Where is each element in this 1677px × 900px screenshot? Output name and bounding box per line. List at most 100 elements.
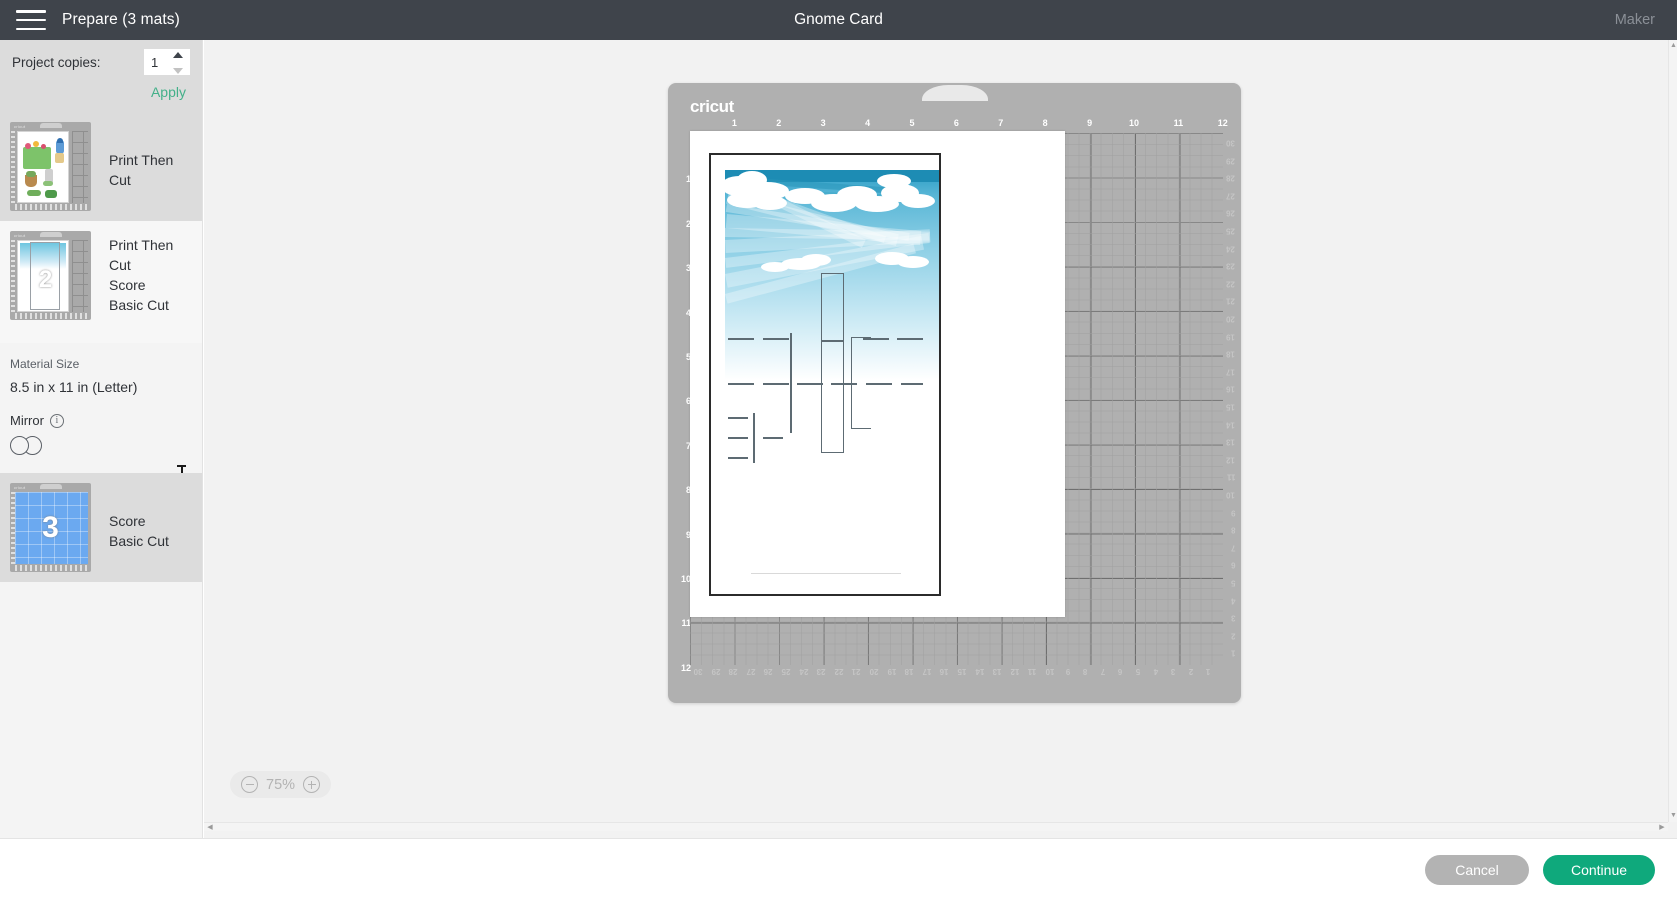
apply-row: Apply [0, 84, 202, 112]
ruler-bottom-tick: 25 [781, 667, 791, 676]
mat3-line2: Basic Cut [109, 533, 169, 549]
ruler-right-tick: 14 [1226, 420, 1235, 430]
ruler-right-tick: 23 [1226, 261, 1235, 271]
ruler-top-tick: 12 [1217, 118, 1228, 128]
ruler-right-tick: 24 [1226, 244, 1235, 254]
ruler-right-tick: 2 [1230, 631, 1235, 641]
scroll-left-icon[interactable]: ◀ [206, 823, 214, 832]
mat-tab-shape [39, 232, 62, 237]
apply-button[interactable]: Apply [151, 84, 186, 100]
ruler-bottom-tick: 9 [1065, 667, 1070, 676]
cutting-mat[interactable]: cricut 1 2 3 4 5 6 7 8 9 10 11 12 1 2 3 4 5 6 7 8 9 10 11 12 3… [668, 83, 1241, 703]
machine-label[interactable]: Maker [1615, 12, 1655, 28]
mirror-toggle[interactable] [10, 436, 44, 455]
ruler-top-tick: 3 [820, 118, 826, 128]
card-design[interactable] [709, 153, 941, 596]
top-bar: Prepare (3 mats) Gnome Card Maker [0, 0, 1677, 40]
info-icon[interactable]: i [49, 413, 64, 428]
ruler-right-tick: 16 [1226, 384, 1235, 394]
hamburger-menu-icon[interactable] [16, 10, 46, 30]
ruler-right-tick: 28 [1226, 173, 1235, 183]
ruler-bottom-tick: 17 [922, 667, 932, 676]
zoom-control[interactable]: 75% [230, 771, 332, 798]
mat1-line2: Cut [109, 172, 131, 188]
ruler-bottom-tick: 23 [816, 667, 826, 676]
thumb-bottom-ticks [15, 313, 88, 319]
material-sheet[interactable] [690, 131, 1065, 617]
mat-list-item-3[interactable]: cricut 3 Score Basic Cut [0, 473, 202, 582]
ruler-right-tick: 29 [1226, 156, 1235, 166]
project-copies-label: Project copies: [12, 54, 101, 70]
ruler-right-tick: 27 [1226, 191, 1235, 201]
ruler-bottom-tick: 10 [1045, 667, 1055, 676]
scroll-right-icon[interactable]: ▶ [1658, 823, 1666, 832]
footer-bar: Cancel Continue [0, 838, 1677, 900]
score-line [901, 383, 923, 385]
vertical-scrollbar[interactable]: ▲ ▼ [1668, 40, 1677, 822]
project-copies-stepper[interactable] [144, 49, 190, 75]
score-line [728, 457, 748, 459]
ruler-bottom-tick: 3 [1170, 667, 1176, 676]
thumb-bottom-ticks [15, 204, 88, 210]
ruler-bottom-tick: 19 [887, 667, 897, 676]
score-line [728, 417, 748, 419]
ruler-bottom-tick: 6 [1118, 667, 1123, 676]
ruler-bottom-tick: 27 [746, 667, 756, 676]
mat2-line2: Cut [109, 257, 131, 273]
mat-tab-shape [39, 123, 62, 128]
ruler-top-tick: 7 [998, 118, 1004, 128]
ruler-right-tick: 25 [1226, 226, 1235, 236]
mat-tab-shape [39, 484, 62, 489]
ruler-bottom-tick: 24 [799, 667, 809, 676]
score-line [728, 338, 754, 340]
ruler-right-tick: 15 [1226, 402, 1235, 412]
ruler-right-tick: 7 [1230, 543, 1235, 553]
scroll-down-icon[interactable]: ▼ [1670, 812, 1677, 820]
mat2-line1: Print Then [109, 237, 174, 253]
ruler-bottom-tick: 21 [851, 667, 861, 676]
scroll-up-icon[interactable]: ▲ [1670, 42, 1677, 50]
ruler-bottom-tick: 7 [1100, 667, 1106, 676]
stepper-down-icon[interactable] [173, 68, 183, 74]
horizontal-scrollbar[interactable]: ◀ ▶ [204, 822, 1668, 831]
score-line [728, 383, 754, 385]
mat-list-item-2[interactable]: cricut 2 Print Then Cut Score Basic Cut [0, 221, 202, 489]
ruler-bottom-tick: 20 [869, 667, 879, 676]
mat-canvas[interactable]: cricut 1 2 3 4 5 6 7 8 9 10 11 12 1 2 3 4 5 6 7 8 9 10 11 12 3… [204, 40, 1677, 840]
thumb-brand-text: cricut [14, 485, 26, 490]
project-copies-input[interactable] [145, 50, 175, 74]
ruler-bottom-tick: 1 [1206, 667, 1211, 676]
stepper-up-icon[interactable] [173, 52, 183, 58]
cut-line [790, 333, 792, 433]
zoom-out-icon[interactable] [241, 776, 258, 793]
zoom-in-icon[interactable] [303, 776, 321, 793]
ruler-bottom-tick: 18 [904, 667, 914, 676]
stepper-arrows [173, 52, 185, 74]
ruler-right-tick: 18 [1226, 349, 1235, 359]
mat-thumbnail-3: cricut 3 [10, 483, 91, 572]
project-copies-row: Project copies: [0, 40, 202, 84]
page-title: Prepare (3 mats) [62, 11, 180, 28]
ruler-right-tick: 4 [1230, 596, 1235, 606]
left-sidebar: Project copies: Apply cricut [0, 40, 203, 900]
thumb-paper-sheet: 2 [17, 240, 69, 312]
ruler-right-tick: 26 [1226, 208, 1235, 218]
thumb-artwork [21, 135, 65, 199]
ruler-top-tick: 6 [953, 118, 959, 128]
ruler-bottom-tick: 14 [975, 667, 985, 676]
continue-button[interactable]: Continue [1543, 854, 1655, 885]
ruler-left: 1 2 3 4 5 6 7 8 9 10 11 12 [675, 135, 691, 672]
ruler-bottom-tick: 11 [1028, 667, 1037, 676]
thumb-bottom-ticks [15, 565, 88, 571]
ruler-bottom-tick: 8 [1082, 667, 1088, 676]
ruler-bottom-tick: 28 [728, 667, 738, 676]
ruler-top-tick: 11 [1173, 118, 1184, 128]
mat2-line3: Score [109, 277, 146, 293]
ruler-right-tick: 17 [1226, 367, 1235, 377]
ruler-bottom-tick: 12 [1010, 667, 1020, 676]
project-name: Gnome Card [794, 11, 883, 28]
thumb-paper-sheet [17, 131, 69, 203]
mat-list-item-1[interactable]: cricut Print Then Cut [0, 112, 202, 221]
cancel-button[interactable]: Cancel [1425, 854, 1529, 885]
ruler-right-tick: 3 [1230, 613, 1235, 623]
